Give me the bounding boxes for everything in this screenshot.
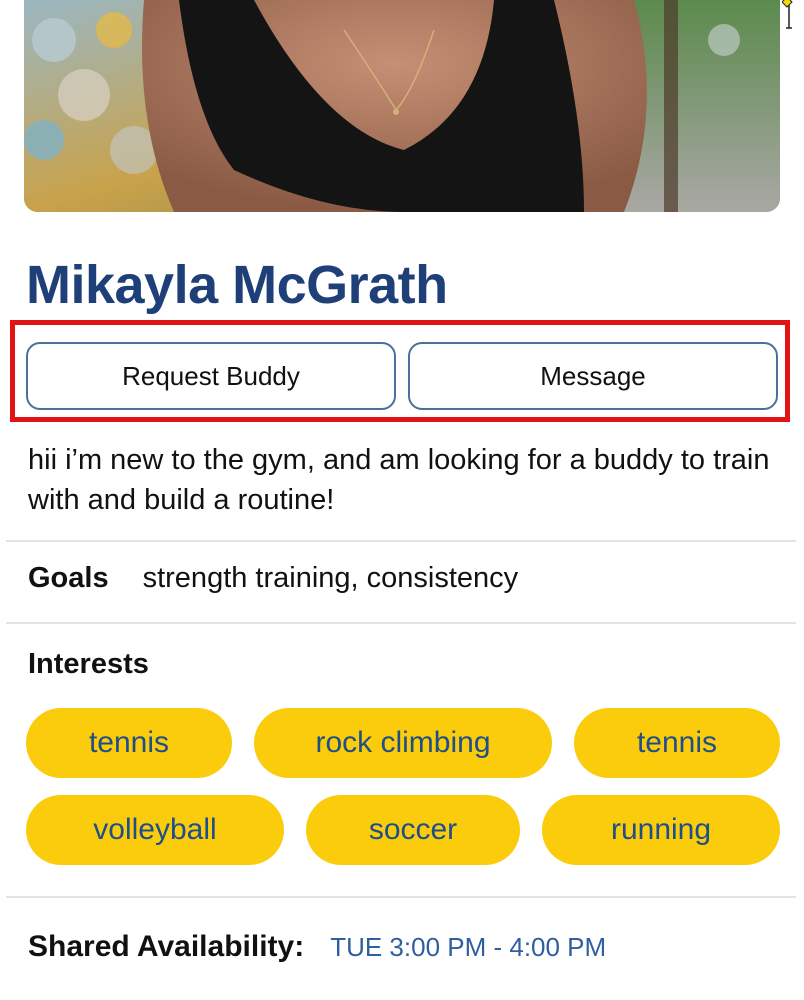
divider [6,540,796,542]
availability-row: Shared Availability: TUE 3:00 PM - 4:00 … [28,930,606,964]
interests-label: Interests [28,648,149,680]
goals-label: Goals [28,562,109,594]
interest-chip[interactable]: rock climbing [254,708,552,778]
interest-chip[interactable]: volleyball [26,795,284,865]
message-button[interactable]: Message [408,342,778,410]
interest-chip[interactable]: tennis [574,708,780,778]
goals-value: strength training, consistency [142,562,519,594]
request-buddy-button[interactable]: Request Buddy [26,342,396,410]
divider [6,896,796,898]
interest-chip[interactable]: running [542,795,780,865]
profile-name: Mikayla McGrath [26,255,448,315]
interest-chip[interactable]: soccer [306,795,520,865]
divider [6,622,796,624]
availability-value: TUE 3:00 PM - 4:00 PM [330,931,607,962]
availability-label: Shared Availability: [28,930,305,963]
goals-row: Goals strength training, consistency [28,562,518,595]
profile-photo [24,0,780,212]
profile-bio: hii i’m new to the gym, and am looking f… [28,444,770,516]
interest-chip[interactable]: tennis [26,708,232,778]
text-cursor-icon [782,0,793,29]
